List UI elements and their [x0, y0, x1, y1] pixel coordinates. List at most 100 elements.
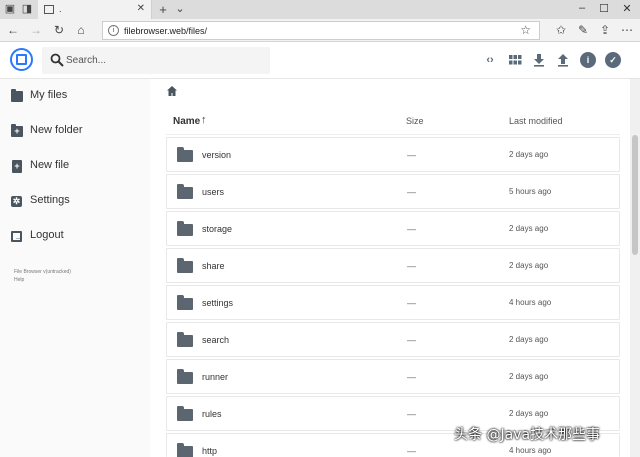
folder-icon — [177, 443, 193, 457]
floppy-icon — [16, 54, 27, 65]
item-name: search — [202, 335, 230, 345]
column-header-name[interactable]: Name — [173, 116, 200, 127]
list-item[interactable]: version — 2 days ago — [166, 137, 620, 172]
sidebar-item-label: My files — [30, 89, 68, 101]
search-bar[interactable]: Search... — [42, 47, 270, 74]
site-info-icon[interactable]: i — [108, 25, 119, 36]
list-item[interactable]: search — 2 days ago — [166, 322, 620, 357]
sort-ascending-icon[interactable]: ↑ — [201, 114, 207, 126]
code-view-icon[interactable]: ‹› — [482, 52, 498, 68]
item-name: runner — [202, 372, 229, 382]
more-icon[interactable]: ⋯ — [619, 23, 635, 37]
sidebar-item-my-files[interactable]: My files — [0, 83, 150, 111]
minimize-icon[interactable]: – — [575, 2, 589, 14]
notes-icon[interactable]: ✎ — [575, 23, 591, 37]
browser-tab-strip: ▣ ◨ . ✕ + ⌄ – ☐ ✕ — [0, 0, 640, 19]
favorites-icon[interactable]: ✩ — [553, 23, 569, 37]
list-item[interactable]: storage — 2 days ago — [166, 211, 620, 246]
tab-preview-icon[interactable]: ◨ — [20, 3, 34, 16]
item-name: share — [202, 261, 225, 271]
list-item[interactable]: settings — 4 hours ago — [166, 285, 620, 320]
browser-tab[interactable]: . ✕ — [38, 0, 152, 19]
file-plus-icon: + — [12, 160, 22, 173]
upload-icon[interactable] — [555, 52, 571, 68]
list-item[interactable]: runner — 2 days ago — [166, 359, 620, 394]
folder-icon — [177, 147, 193, 162]
tab-actions-icon[interactable]: ▣ — [3, 3, 17, 16]
tab-close-icon[interactable]: ✕ — [137, 3, 145, 14]
app-logo[interactable] — [10, 48, 33, 71]
folder-icon — [11, 89, 23, 102]
url-field[interactable]: i filebrowser.web/files/ ☆ — [102, 21, 540, 40]
sidebar-item-label: Logout — [30, 229, 64, 241]
forward-icon[interactable]: → — [28, 23, 44, 37]
check-circle-icon[interactable]: ✓ — [605, 52, 621, 68]
app-header: Search... ‹› i ✓ — [0, 42, 640, 79]
share-icon[interactable]: ⇪ — [597, 23, 613, 37]
sidebar-item-settings[interactable]: ✲ Settings — [0, 188, 150, 216]
scrollbar-thumb[interactable] — [632, 135, 638, 255]
item-modified: 2 days ago — [509, 409, 549, 418]
folder-icon — [177, 295, 193, 310]
home-icon[interactable]: ⌂ — [73, 23, 89, 37]
maximize-icon[interactable]: ☐ — [597, 2, 611, 15]
item-modified: 2 days ago — [509, 224, 549, 233]
folder-icon — [177, 221, 193, 236]
help-link[interactable]: Help — [14, 277, 24, 283]
sidebar: My files + New folder + New file ✲ Setti… — [0, 79, 150, 457]
refresh-icon[interactable]: ↻ — [51, 23, 67, 37]
item-name: version — [202, 150, 232, 160]
back-icon[interactable]: ← — [5, 23, 21, 37]
version-text: File Browser v(untracked) — [14, 269, 71, 275]
search-input[interactable]: Search... — [66, 55, 106, 66]
item-modified: 5 hours ago — [509, 187, 552, 196]
item-size: — — [407, 409, 416, 419]
folder-icon — [177, 184, 193, 199]
list-item[interactable]: share — 2 days ago — [166, 248, 620, 283]
item-name: http — [202, 446, 218, 456]
sidebar-item-label: New folder — [30, 124, 83, 136]
item-size: — — [407, 372, 416, 382]
item-size: — — [407, 298, 416, 308]
item-size: — — [407, 446, 416, 456]
folder-icon — [177, 258, 193, 273]
item-name: users — [202, 187, 225, 197]
folder-icon — [177, 332, 193, 347]
search-icon — [50, 53, 64, 67]
watermark: 头条 @Java技术那些事 — [454, 427, 601, 443]
tab-favicon-icon — [44, 5, 54, 14]
logout-icon: → — [11, 231, 23, 242]
tab-title: . — [59, 4, 62, 14]
info-icon[interactable]: i — [580, 52, 596, 68]
address-bar: ← → ↻ ⌂ i filebrowser.web/files/ ☆ ✩ ✎ ⇪… — [0, 19, 640, 42]
listing-header: Name ↑ Size Last modified — [166, 108, 620, 135]
favorite-star-icon[interactable]: ☆ — [520, 23, 531, 37]
folder-icon — [177, 369, 193, 384]
grid-view-icon[interactable] — [507, 52, 523, 68]
item-size: — — [407, 187, 416, 197]
item-name: rules — [202, 409, 222, 419]
column-header-size[interactable]: Size — [406, 116, 424, 126]
item-size: — — [407, 335, 416, 345]
sidebar-item-label: New file — [30, 159, 70, 171]
scrollbar[interactable] — [630, 79, 640, 457]
folder-plus-icon: + — [11, 124, 23, 137]
breadcrumb-home-icon[interactable] — [166, 85, 178, 97]
window-close-icon[interactable]: ✕ — [620, 2, 634, 15]
column-header-modified[interactable]: Last modified — [509, 116, 563, 126]
download-icon[interactable] — [531, 52, 547, 68]
sidebar-item-new-folder[interactable]: + New folder — [0, 118, 150, 146]
item-modified: 2 days ago — [509, 261, 549, 270]
item-size: — — [407, 261, 416, 271]
tab-list-button[interactable]: ⌄ — [173, 3, 187, 16]
new-tab-button[interactable]: + — [156, 3, 170, 16]
sidebar-item-label: Settings — [30, 194, 70, 206]
item-name: settings — [202, 298, 234, 308]
list-item[interactable]: users — 5 hours ago — [166, 174, 620, 209]
item-modified: 4 hours ago — [509, 298, 552, 307]
item-modified: 2 days ago — [509, 372, 549, 381]
sidebar-item-logout[interactable]: → Logout — [0, 223, 150, 251]
sidebar-item-new-file[interactable]: + New file — [0, 153, 150, 181]
folder-icon — [177, 406, 193, 421]
url-text[interactable]: filebrowser.web/files/ — [124, 26, 207, 36]
